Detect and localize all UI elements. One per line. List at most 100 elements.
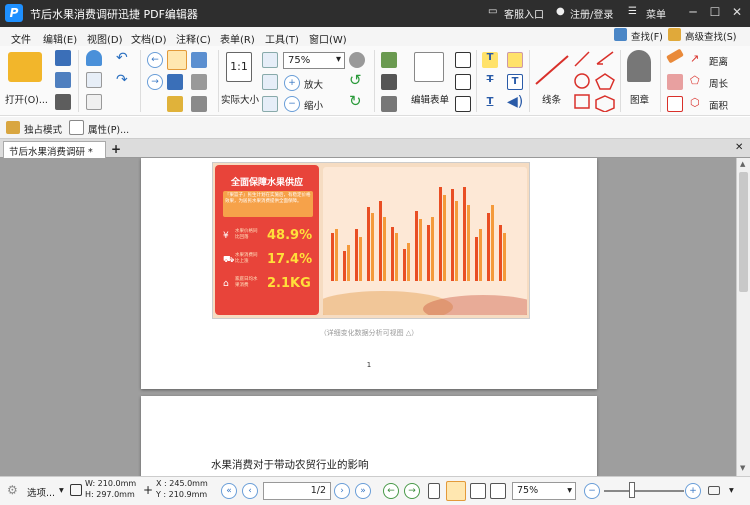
zoom-slider-track[interactable]: [604, 490, 684, 492]
add-text-icon[interactable]: [381, 74, 397, 90]
audio-icon[interactable]: ◀): [507, 94, 523, 110]
login-link[interactable]: 注册/登录: [570, 6, 613, 21]
zoom-out-label[interactable]: 缩小: [304, 98, 323, 112]
back-icon[interactable]: ←: [147, 52, 163, 68]
two-page-continuous-icon[interactable]: [490, 483, 506, 499]
zoom-select[interactable]: 75% ▾: [283, 52, 345, 69]
fullscreen-icon[interactable]: [708, 486, 720, 495]
paste-icon[interactable]: [86, 94, 102, 110]
document-tab[interactable]: 节后水果消费调研 *: [3, 141, 106, 158]
service-link[interactable]: 客服入口: [504, 6, 544, 21]
cloud-icon[interactable]: [86, 50, 102, 66]
back-view-icon[interactable]: ←: [383, 483, 399, 499]
perimeter-icon[interactable]: ⬠: [690, 74, 706, 90]
line-tool-icon[interactable]: [534, 54, 570, 86]
text-field-icon[interactable]: [455, 52, 471, 68]
menu-link[interactable]: 菜单: [646, 6, 666, 21]
stamp-label[interactable]: 图章: [630, 92, 649, 106]
rotate-left-icon[interactable]: ↺: [349, 71, 362, 89]
redo-icon[interactable]: ↷: [116, 72, 128, 88]
format-icon[interactable]: [191, 96, 207, 112]
zoom-level-select[interactable]: 75% ▾: [512, 482, 576, 500]
sticky-note-icon[interactable]: [507, 52, 523, 68]
line-label[interactable]: 线条: [542, 92, 561, 106]
shape-tools-icon[interactable]: [573, 50, 619, 112]
checkbox-field-icon[interactable]: [455, 74, 471, 90]
open-button-label[interactable]: 打开(O)...: [5, 92, 48, 106]
menu-comment[interactable]: 注释(C): [176, 31, 211, 46]
two-page-icon[interactable]: [470, 483, 486, 499]
hand-tool-icon[interactable]: [167, 50, 187, 70]
zoom-slider-handle[interactable]: [629, 482, 635, 498]
distance-label[interactable]: 距离: [709, 54, 728, 68]
advanced-find-button[interactable]: 高级查找(S): [685, 29, 736, 43]
page-input[interactable]: 1/2: [263, 482, 331, 500]
fit-width-icon[interactable]: [262, 74, 278, 90]
last-page-icon[interactable]: »: [355, 483, 371, 499]
zoom-out-status-icon[interactable]: −: [584, 483, 600, 499]
zoom-out-icon[interactable]: −: [284, 96, 300, 112]
undo-icon[interactable]: ↶: [116, 50, 128, 66]
vertical-scrollbar[interactable]: ▲ ▼: [736, 158, 750, 476]
image-icon[interactable]: [381, 52, 397, 68]
save-icon[interactable]: [55, 72, 71, 88]
list-field-icon[interactable]: [455, 96, 471, 112]
menu-icon[interactable]: ☰: [628, 6, 637, 17]
zoom-in-status-icon[interactable]: +: [685, 483, 701, 499]
fit-visible-icon[interactable]: [262, 96, 278, 112]
exclusive-mode-button[interactable]: 独占模式: [24, 122, 62, 136]
strikeout-icon[interactable]: T: [482, 74, 498, 90]
properties-button[interactable]: 属性(P)...: [88, 122, 129, 136]
find-button[interactable]: 查找(F): [631, 29, 663, 43]
fit-page-icon[interactable]: [262, 52, 278, 68]
minimize-button[interactable]: ─: [684, 3, 702, 21]
menu-file[interactable]: 文件: [11, 31, 31, 46]
perimeter-label[interactable]: 周长: [709, 76, 728, 90]
chevron-down-icon[interactable]: ▾: [729, 485, 734, 496]
edit-form-label[interactable]: 编辑表单: [411, 92, 449, 106]
actual-size-icon[interactable]: 1:1: [226, 52, 252, 82]
edit-object-icon[interactable]: [191, 74, 207, 90]
edit-form-icon[interactable]: [414, 52, 444, 82]
note-icon[interactable]: [167, 96, 183, 112]
measure-icon[interactable]: [667, 96, 683, 112]
new-doc-icon[interactable]: [55, 50, 71, 66]
gear-icon[interactable]: ⚙: [7, 483, 18, 497]
continuous-page-icon[interactable]: [446, 481, 466, 501]
first-page-icon[interactable]: «: [221, 483, 237, 499]
open-folder-icon[interactable]: [8, 52, 42, 82]
menu-form[interactable]: 表单(R): [220, 31, 255, 46]
print-icon[interactable]: [55, 94, 71, 110]
next-page-icon[interactable]: ›: [334, 483, 350, 499]
area-icon[interactable]: ⬡: [690, 96, 706, 112]
stamp-icon[interactable]: [627, 50, 651, 82]
close-tab-icon[interactable]: ✕: [735, 142, 743, 153]
select-option-button[interactable]: 选项...: [27, 485, 55, 499]
zoom-in-icon[interactable]: +: [284, 75, 300, 91]
menu-edit[interactable]: 编辑(E): [43, 31, 77, 46]
link-icon[interactable]: [381, 96, 397, 112]
maximize-button[interactable]: ☐: [706, 3, 724, 21]
forward-icon[interactable]: →: [147, 74, 163, 90]
chevron-down-icon[interactable]: ▾: [59, 485, 64, 496]
zoom-tool-icon[interactable]: [349, 52, 365, 68]
eraser-icon[interactable]: [667, 74, 683, 90]
single-page-icon[interactable]: [428, 483, 440, 499]
select-text-icon[interactable]: [167, 74, 183, 90]
zoom-in-label[interactable]: 放大: [304, 77, 323, 91]
copy-icon[interactable]: [86, 72, 102, 88]
textbox-icon[interactable]: T: [507, 74, 523, 90]
snapshot-icon[interactable]: [191, 52, 207, 68]
scroll-thumb[interactable]: [739, 172, 748, 292]
menu-view[interactable]: 视图(D): [87, 31, 123, 46]
menu-window[interactable]: 窗口(W): [309, 31, 347, 46]
distance-icon[interactable]: ↗: [690, 52, 706, 68]
underline-icon[interactable]: T: [482, 96, 498, 112]
actual-size-label[interactable]: 实际大小: [221, 92, 259, 106]
new-tab-icon[interactable]: +: [111, 142, 121, 156]
highlight-text-icon[interactable]: T: [482, 52, 498, 68]
prev-page-icon[interactable]: ‹: [242, 483, 258, 499]
pencil-icon[interactable]: [666, 48, 684, 64]
close-button[interactable]: ✕: [728, 3, 746, 21]
rotate-right-icon[interactable]: ↻: [349, 92, 362, 110]
